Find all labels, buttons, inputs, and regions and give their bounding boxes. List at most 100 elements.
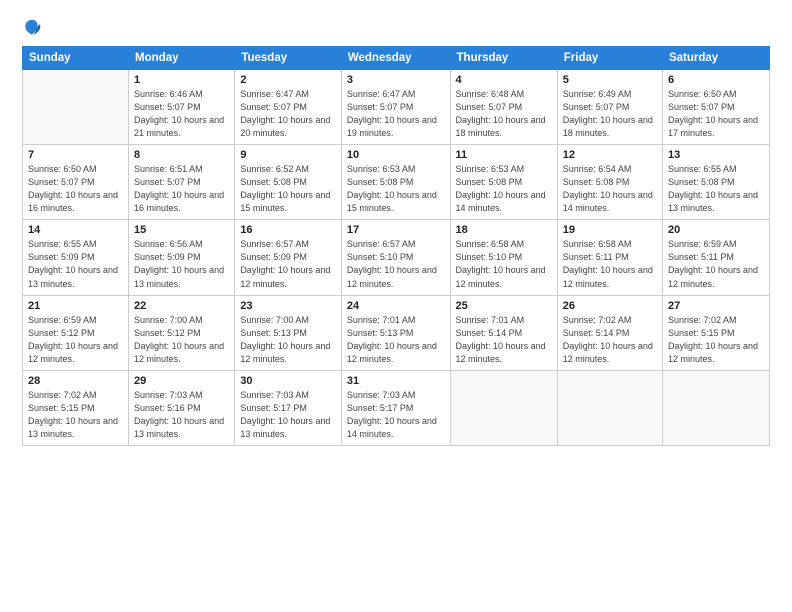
day-number: 13 xyxy=(668,149,764,161)
day-info: Sunrise: 6:47 AMSunset: 5:07 PMDaylight:… xyxy=(347,88,445,140)
calendar-cell: 27 Sunrise: 7:02 AMSunset: 5:15 PMDayligh… xyxy=(662,295,769,370)
day-info: Sunrise: 6:59 AMSunset: 5:12 PMDaylight:… xyxy=(28,314,123,366)
day-number: 3 xyxy=(347,74,445,86)
day-number: 23 xyxy=(240,300,336,312)
day-number: 26 xyxy=(563,300,657,312)
day-number: 27 xyxy=(668,300,764,312)
calendar-cell: 1 Sunrise: 6:46 AMSunset: 5:07 PMDaylight… xyxy=(129,70,235,145)
day-number: 25 xyxy=(456,300,552,312)
day-info: Sunrise: 7:03 AMSunset: 5:16 PMDaylight:… xyxy=(134,389,229,441)
day-info: Sunrise: 6:54 AMSunset: 5:08 PMDaylight:… xyxy=(563,163,657,215)
calendar-cell: 28Sunrise: 7:02 AMSunset: 5:15 PMDayligh… xyxy=(23,370,129,445)
calendar-cell: 16Sunrise: 6:57 AMSunset: 5:09 PMDayligh… xyxy=(235,220,342,295)
day-number: 28 xyxy=(28,375,123,387)
day-info: Sunrise: 6:48 AMSunset: 5:07 PMDaylight:… xyxy=(456,88,552,140)
day-number: 7 xyxy=(28,149,123,161)
calendar-header-wednesday: Wednesday xyxy=(341,47,450,70)
calendar-header-row: SundayMondayTuesdayWednesdayThursdayFrid… xyxy=(23,47,770,70)
calendar-cell xyxy=(557,370,662,445)
day-number: 4 xyxy=(456,74,552,86)
calendar-cell: 6 Sunrise: 6:50 AMSunset: 5:07 PMDaylight… xyxy=(662,70,769,145)
header xyxy=(22,18,770,40)
day-number: 29 xyxy=(134,375,229,387)
day-number: 1 xyxy=(134,74,229,86)
day-info: Sunrise: 6:52 AMSunset: 5:08 PMDaylight:… xyxy=(240,163,336,215)
calendar-cell: 10 Sunrise: 6:53 AMSunset: 5:08 PMDayligh… xyxy=(341,145,450,220)
calendar-week-2: 7 Sunrise: 6:50 AMSunset: 5:07 PMDaylight… xyxy=(23,145,770,220)
day-info: Sunrise: 6:46 AMSunset: 5:07 PMDaylight:… xyxy=(134,88,229,140)
day-info: Sunrise: 6:58 AMSunset: 5:11 PMDaylight:… xyxy=(563,238,657,290)
calendar-cell: 31Sunrise: 7:03 AMSunset: 5:17 PMDayligh… xyxy=(341,370,450,445)
calendar-cell: 17Sunrise: 6:57 AMSunset: 5:10 PMDayligh… xyxy=(341,220,450,295)
calendar-cell: 25 Sunrise: 7:01 AMSunset: 5:14 PMDayligh… xyxy=(450,295,557,370)
calendar-cell: 13 Sunrise: 6:55 AMSunset: 5:08 PMDayligh… xyxy=(662,145,769,220)
day-info: Sunrise: 7:02 AMSunset: 5:14 PMDaylight:… xyxy=(563,314,657,366)
day-number: 30 xyxy=(240,375,336,387)
calendar-cell: 29 Sunrise: 7:03 AMSunset: 5:16 PMDayligh… xyxy=(129,370,235,445)
calendar-cell: 26 Sunrise: 7:02 AMSunset: 5:14 PMDayligh… xyxy=(557,295,662,370)
day-info: Sunrise: 6:55 AMSunset: 5:08 PMDaylight:… xyxy=(668,163,764,215)
day-number: 21 xyxy=(28,300,123,312)
calendar-cell: 12 Sunrise: 6:54 AMSunset: 5:08 PMDayligh… xyxy=(557,145,662,220)
day-number: 2 xyxy=(240,74,336,86)
calendar-cell: 3 Sunrise: 6:47 AMSunset: 5:07 PMDaylight… xyxy=(341,70,450,145)
calendar-cell: 11 Sunrise: 6:53 AMSunset: 5:08 PMDayligh… xyxy=(450,145,557,220)
day-number: 8 xyxy=(134,149,229,161)
calendar-cell: 8Sunrise: 6:51 AMSunset: 5:07 PMDaylight… xyxy=(129,145,235,220)
calendar-cell: 7 Sunrise: 6:50 AMSunset: 5:07 PMDaylight… xyxy=(23,145,129,220)
day-info: Sunrise: 6:58 AMSunset: 5:10 PMDaylight:… xyxy=(456,238,552,290)
page: SundayMondayTuesdayWednesdayThursdayFrid… xyxy=(0,0,792,612)
calendar-cell: 19 Sunrise: 6:58 AMSunset: 5:11 PMDayligh… xyxy=(557,220,662,295)
day-number: 14 xyxy=(28,224,123,236)
day-info: Sunrise: 6:59 AMSunset: 5:11 PMDaylight:… xyxy=(668,238,764,290)
calendar-cell: 15 Sunrise: 6:56 AMSunset: 5:09 PMDayligh… xyxy=(129,220,235,295)
day-number: 5 xyxy=(563,74,657,86)
day-number: 6 xyxy=(668,74,764,86)
day-number: 24 xyxy=(347,300,445,312)
calendar-cell: 9 Sunrise: 6:52 AMSunset: 5:08 PMDaylight… xyxy=(235,145,342,220)
calendar-header-friday: Friday xyxy=(557,47,662,70)
day-info: Sunrise: 6:57 AMSunset: 5:09 PMDaylight:… xyxy=(240,238,336,290)
day-number: 18 xyxy=(456,224,552,236)
day-info: Sunrise: 6:50 AMSunset: 5:07 PMDaylight:… xyxy=(668,88,764,140)
day-info: Sunrise: 6:50 AMSunset: 5:07 PMDaylight:… xyxy=(28,163,123,215)
calendar-header-thursday: Thursday xyxy=(450,47,557,70)
day-number: 9 xyxy=(240,149,336,161)
calendar-cell: 24Sunrise: 7:01 AMSunset: 5:13 PMDayligh… xyxy=(341,295,450,370)
day-info: Sunrise: 7:02 AMSunset: 5:15 PMDaylight:… xyxy=(668,314,764,366)
calendar-cell: 20Sunrise: 6:59 AMSunset: 5:11 PMDayligh… xyxy=(662,220,769,295)
day-info: Sunrise: 7:00 AMSunset: 5:13 PMDaylight:… xyxy=(240,314,336,366)
day-number: 15 xyxy=(134,224,229,236)
day-number: 12 xyxy=(563,149,657,161)
day-info: Sunrise: 7:03 AMSunset: 5:17 PMDaylight:… xyxy=(240,389,336,441)
day-info: Sunrise: 6:47 AMSunset: 5:07 PMDaylight:… xyxy=(240,88,336,140)
calendar-week-3: 14 Sunrise: 6:55 AMSunset: 5:09 PMDayligh… xyxy=(23,220,770,295)
day-number: 10 xyxy=(347,149,445,161)
day-number: 11 xyxy=(456,149,552,161)
day-info: Sunrise: 6:53 AMSunset: 5:08 PMDaylight:… xyxy=(456,163,552,215)
calendar-week-4: 21 Sunrise: 6:59 AMSunset: 5:12 PMDayligh… xyxy=(23,295,770,370)
day-info: Sunrise: 6:57 AMSunset: 5:10 PMDaylight:… xyxy=(347,238,445,290)
calendar-header-monday: Monday xyxy=(129,47,235,70)
calendar-cell: 23 Sunrise: 7:00 AMSunset: 5:13 PMDayligh… xyxy=(235,295,342,370)
calendar-cell: 2 Sunrise: 6:47 AMSunset: 5:07 PMDaylight… xyxy=(235,70,342,145)
day-number: 19 xyxy=(563,224,657,236)
day-info: Sunrise: 6:49 AMSunset: 5:07 PMDaylight:… xyxy=(563,88,657,140)
calendar-header-sunday: Sunday xyxy=(23,47,129,70)
calendar-week-5: 28Sunrise: 7:02 AMSunset: 5:15 PMDayligh… xyxy=(23,370,770,445)
calendar-header-saturday: Saturday xyxy=(662,47,769,70)
day-info: Sunrise: 6:53 AMSunset: 5:08 PMDaylight:… xyxy=(347,163,445,215)
calendar-cell: 21 Sunrise: 6:59 AMSunset: 5:12 PMDayligh… xyxy=(23,295,129,370)
calendar-cell xyxy=(450,370,557,445)
day-info: Sunrise: 6:55 AMSunset: 5:09 PMDaylight:… xyxy=(28,238,123,290)
calendar-cell: 22Sunrise: 7:00 AMSunset: 5:12 PMDayligh… xyxy=(129,295,235,370)
day-info: Sunrise: 6:56 AMSunset: 5:09 PMDaylight:… xyxy=(134,238,229,290)
day-info: Sunrise: 7:03 AMSunset: 5:17 PMDaylight:… xyxy=(347,389,445,441)
day-info: Sunrise: 7:01 AMSunset: 5:14 PMDaylight:… xyxy=(456,314,552,366)
calendar-cell: 4 Sunrise: 6:48 AMSunset: 5:07 PMDaylight… xyxy=(450,70,557,145)
calendar-header-tuesday: Tuesday xyxy=(235,47,342,70)
calendar-cell: 14 Sunrise: 6:55 AMSunset: 5:09 PMDayligh… xyxy=(23,220,129,295)
calendar-cell: 18 Sunrise: 6:58 AMSunset: 5:10 PMDayligh… xyxy=(450,220,557,295)
logo xyxy=(22,18,46,40)
calendar-cell: 5 Sunrise: 6:49 AMSunset: 5:07 PMDaylight… xyxy=(557,70,662,145)
